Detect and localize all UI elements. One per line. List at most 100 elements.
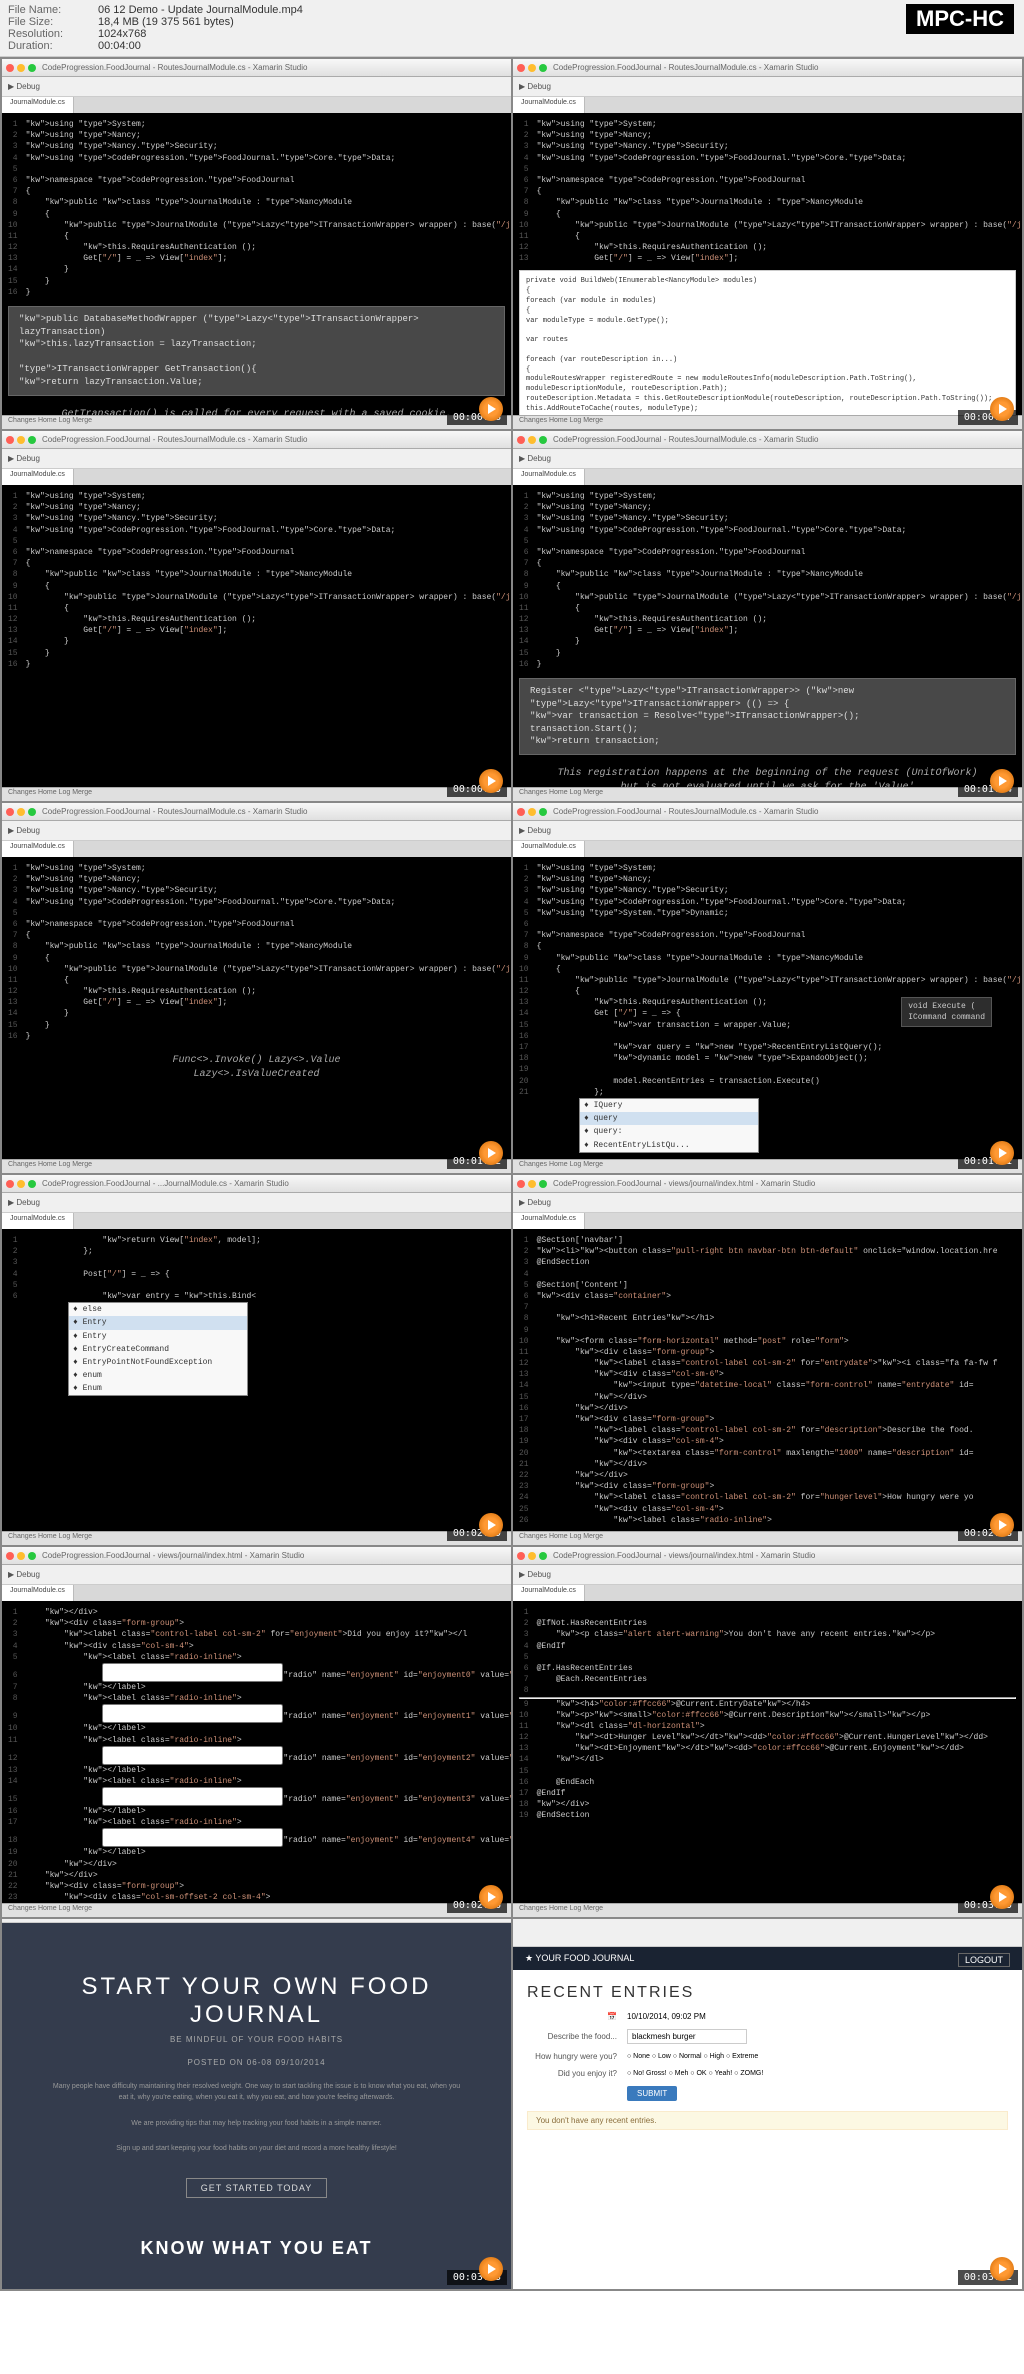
maximize-icon[interactable]: [28, 1552, 36, 1560]
close-icon[interactable]: [6, 1180, 14, 1188]
toolbar[interactable]: ▶ Debug: [513, 449, 1022, 469]
code-editor[interactable]: 1@Section['navbar'] 2"kw"><li>"kw"><butt…: [513, 1229, 1022, 1531]
maximize-icon[interactable]: [28, 436, 36, 444]
maximize-icon[interactable]: [539, 64, 547, 72]
toolbar[interactable]: ▶ Debug: [513, 77, 1022, 97]
intellisense-item[interactable]: ♦ else: [69, 1303, 247, 1316]
intellisense-item[interactable]: ♦ EntryPointNotFoundException: [69, 1356, 247, 1369]
window-title-bar[interactable]: CodeProgression.FoodJournal - ...Journal…: [2, 1175, 511, 1193]
tab[interactable]: JournalModule.cs: [513, 1585, 585, 1601]
maximize-icon[interactable]: [28, 808, 36, 816]
logout-button[interactable]: LOGOUT: [958, 1953, 1010, 1967]
window-title-bar[interactable]: CodeProgression.FoodJournal - RoutesJour…: [2, 431, 511, 449]
window-title-bar[interactable]: CodeProgression.FoodJournal - RoutesJour…: [2, 803, 511, 821]
intellisense-item[interactable]: ♦ IQuery: [580, 1099, 758, 1112]
tab[interactable]: JournalModule.cs: [2, 841, 74, 857]
date-value[interactable]: 10/10/2014, 09:02 PM: [627, 2012, 706, 2021]
maximize-icon[interactable]: [28, 1180, 36, 1188]
thumbnail-11[interactable]: ★ YOUR FOOD JOURNAL LOGOUT RECENT ENTRIE…: [513, 1919, 1022, 2289]
thumbnail-8[interactable]: CodeProgression.FoodJournal - views/jour…: [2, 1547, 511, 1917]
toolbar[interactable]: ▶ Debug: [2, 77, 511, 97]
play-button-icon[interactable]: [990, 1141, 1014, 1165]
code-editor[interactable]: 1"kw">using "type">System; 2"kw">using "…: [513, 113, 1022, 415]
thumbnail-4[interactable]: CodeProgression.FoodJournal - RoutesJour…: [2, 803, 511, 1173]
play-button-icon[interactable]: [990, 1885, 1014, 1909]
tab-bar[interactable]: JournalModule.cs: [513, 841, 1022, 857]
tab-bar[interactable]: JournalModule.cs: [513, 97, 1022, 113]
window-title-bar[interactable]: CodeProgression.FoodJournal - views/jour…: [2, 1547, 511, 1565]
code-editor[interactable]: 1"kw">using "type">System; 2"kw">using "…: [513, 485, 1022, 787]
play-button-icon[interactable]: [479, 769, 503, 793]
tab-bar[interactable]: JournalModule.cs: [513, 1213, 1022, 1229]
tab[interactable]: JournalModule.cs: [2, 1213, 74, 1229]
thumbnail-0[interactable]: CodeProgression.FoodJournal - RoutesJour…: [2, 59, 511, 429]
intellisense-popup[interactable]: ♦ else♦ Entry♦ Entry♦ EntryCreateCommand…: [68, 1302, 248, 1396]
maximize-icon[interactable]: [539, 808, 547, 816]
maximize-icon[interactable]: [539, 1180, 547, 1188]
play-button-icon[interactable]: [479, 397, 503, 421]
window-title-bar[interactable]: CodeProgression.FoodJournal - views/jour…: [513, 1547, 1022, 1565]
toolbar[interactable]: ▶ Debug: [2, 821, 511, 841]
toolbar[interactable]: ▶ Debug: [2, 1193, 511, 1213]
play-button-icon[interactable]: [479, 1513, 503, 1537]
thumbnail-6[interactable]: CodeProgression.FoodJournal - ...Journal…: [2, 1175, 511, 1545]
tab[interactable]: JournalModule.cs: [513, 469, 585, 485]
thumbnail-10[interactable]: START YOUR OWN FOOD JOURNAL BE MINDFUL O…: [2, 1919, 511, 2289]
maximize-icon[interactable]: [28, 64, 36, 72]
code-editor[interactable]: 1"kw">using "type">System; 2"kw">using "…: [2, 857, 511, 1159]
close-icon[interactable]: [6, 436, 14, 444]
intellisense-item[interactable]: ♦ RecentEntryListQu...: [580, 1139, 758, 1152]
toolbar[interactable]: ▶ Debug: [513, 821, 1022, 841]
window-title-bar[interactable]: CodeProgression.FoodJournal - RoutesJour…: [2, 59, 511, 77]
intellisense-item[interactable]: ♦ EntryCreateCommand: [69, 1343, 247, 1356]
code-editor[interactable]: 1"kw">using "type">System; 2"kw">using "…: [513, 857, 1022, 1159]
tab[interactable]: JournalModule.cs: [513, 97, 585, 113]
enjoy-radios[interactable]: ○ No! Gross! ○ Meh ○ OK ○ Yeah! ○ ZOMG!: [627, 2070, 763, 2077]
close-icon[interactable]: [517, 64, 525, 72]
tab-bar[interactable]: JournalModule.cs: [2, 1213, 511, 1229]
minimize-icon[interactable]: [528, 1552, 536, 1560]
minimize-icon[interactable]: [17, 436, 25, 444]
thumbnail-7[interactable]: CodeProgression.FoodJournal - views/jour…: [513, 1175, 1022, 1545]
tab[interactable]: JournalModule.cs: [2, 1585, 74, 1601]
close-icon[interactable]: [6, 64, 14, 72]
toolbar[interactable]: ▶ Debug: [513, 1193, 1022, 1213]
tab[interactable]: JournalModule.cs: [513, 1213, 585, 1229]
close-icon[interactable]: [517, 1552, 525, 1560]
code-editor[interactable]: 1 2@IfNot.HasRecentEntries 3 "kw"><p cla…: [513, 1601, 1022, 1903]
close-icon[interactable]: [517, 808, 525, 816]
thumbnail-1[interactable]: CodeProgression.FoodJournal - RoutesJour…: [513, 59, 1022, 429]
tab-bar[interactable]: JournalModule.cs: [2, 97, 511, 113]
tab-bar[interactable]: JournalModule.cs: [513, 1585, 1022, 1601]
desc-input[interactable]: [627, 2029, 747, 2044]
thumbnail-2[interactable]: CodeProgression.FoodJournal - RoutesJour…: [2, 431, 511, 801]
tab-bar[interactable]: JournalModule.cs: [2, 469, 511, 485]
intellisense-item[interactable]: ♦ query: [580, 1112, 758, 1125]
cta-button[interactable]: GET STARTED TODAY: [186, 2178, 328, 2198]
minimize-icon[interactable]: [17, 808, 25, 816]
tab[interactable]: JournalModule.cs: [2, 469, 74, 485]
tab-bar[interactable]: JournalModule.cs: [513, 469, 1022, 485]
thumbnail-9[interactable]: CodeProgression.FoodJournal - views/jour…: [513, 1547, 1022, 1917]
window-title-bar[interactable]: CodeProgression.FoodJournal - RoutesJour…: [513, 59, 1022, 77]
minimize-icon[interactable]: [528, 808, 536, 816]
tab-bar[interactable]: JournalModule.cs: [2, 1585, 511, 1601]
intellisense-item[interactable]: ♦ Entry: [69, 1316, 247, 1329]
maximize-icon[interactable]: [539, 436, 547, 444]
play-button-icon[interactable]: [479, 1885, 503, 1909]
tab-bar[interactable]: JournalModule.cs: [2, 841, 511, 857]
submit-button[interactable]: SUBMIT: [627, 2086, 677, 2101]
play-button-icon[interactable]: [479, 2257, 503, 2281]
intellisense-item[interactable]: ♦ Entry: [69, 1330, 247, 1343]
toolbar[interactable]: ▶ Debug: [2, 1565, 511, 1585]
window-title-bar[interactable]: CodeProgression.FoodJournal - RoutesJour…: [513, 431, 1022, 449]
code-editor[interactable]: 1 "kw">return View["index", model]; 2 };…: [2, 1229, 511, 1531]
intellisense-item[interactable]: ♦ query:: [580, 1125, 758, 1138]
play-button-icon[interactable]: [990, 397, 1014, 421]
play-button-icon[interactable]: [990, 769, 1014, 793]
intellisense-item[interactable]: ♦ enum: [69, 1369, 247, 1382]
play-button-icon[interactable]: [479, 1141, 503, 1165]
code-editor[interactable]: 1"kw">using "type">System; 2"kw">using "…: [2, 113, 511, 415]
tab[interactable]: JournalModule.cs: [2, 97, 74, 113]
minimize-icon[interactable]: [528, 1180, 536, 1188]
